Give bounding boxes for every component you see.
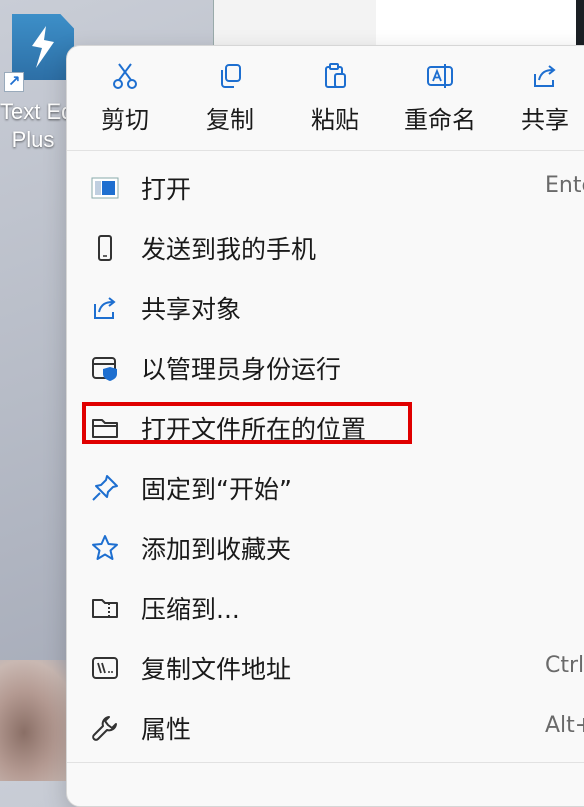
menu-item-add-to-favorites[interactable]: 添加到收藏夹 bbox=[77, 520, 584, 576]
cut-button[interactable]: 剪切 bbox=[80, 62, 170, 144]
share-icon bbox=[94, 297, 116, 319]
paste-label: 粘贴 bbox=[311, 106, 359, 134]
menu-item-run-as-admin[interactable]: 以管理员身份运行 bbox=[77, 340, 584, 396]
menu-divider bbox=[67, 762, 584, 763]
shortcut-hint: Alt+ bbox=[545, 713, 584, 738]
copy-path-icon bbox=[92, 657, 118, 679]
menu-item-label: 发送到我的手机 bbox=[141, 235, 317, 264]
star-icon bbox=[92, 535, 118, 560]
share-icon bbox=[534, 65, 556, 87]
copy-button[interactable]: 复制 bbox=[185, 62, 275, 144]
shortcut-hint: Ente bbox=[545, 173, 584, 198]
background-window-pane bbox=[376, 0, 576, 46]
rename-label: 重命名 bbox=[404, 106, 476, 134]
paste-icon bbox=[325, 63, 346, 88]
text-editor-app-icon bbox=[12, 14, 74, 80]
share-button[interactable]: 共享 bbox=[500, 62, 584, 144]
menu-item-send-to-phone[interactable]: 发送到我的手机 bbox=[77, 220, 584, 276]
phone-icon bbox=[98, 235, 112, 261]
menu-item-label: 共享对象 bbox=[141, 295, 242, 324]
menu-item-open[interactable]: 打开 Ente bbox=[77, 160, 584, 216]
menu-item-label: 属性 bbox=[141, 715, 192, 744]
cut-icon bbox=[113, 63, 137, 89]
shortcut-arrow-icon: ↗ bbox=[4, 72, 24, 92]
rename-icon bbox=[427, 64, 453, 88]
menu-item-label: 复制文件地址 bbox=[141, 655, 292, 684]
shortcut-hint: Ctrl bbox=[545, 653, 584, 678]
paste-button[interactable]: 粘贴 bbox=[290, 62, 380, 144]
app-window-icon bbox=[91, 177, 119, 199]
cut-label: 剪切 bbox=[101, 106, 149, 134]
menu-item-properties[interactable]: 属性 Alt+ bbox=[77, 700, 584, 756]
menu-divider bbox=[67, 150, 584, 151]
background-window bbox=[213, 0, 584, 46]
pin-icon bbox=[92, 475, 118, 501]
menu-item-copy-as-path[interactable]: 复制文件地址 Ctrl bbox=[77, 640, 584, 696]
quick-action-bar: 剪切 复制 粘贴 重命名 共享 bbox=[67, 46, 584, 150]
background-window-edge bbox=[576, 0, 584, 46]
rename-button[interactable]: 重命名 bbox=[395, 62, 485, 144]
menu-item-label: 以管理员身份运行 bbox=[141, 355, 342, 384]
menu-item-label: 添加到收藏夹 bbox=[141, 535, 292, 564]
desktop-shortcut-label: Text Ed Plus bbox=[0, 99, 74, 152]
share-label: 共享 bbox=[521, 106, 569, 134]
menu-item-pin-to-start[interactable]: 固定到“开始” bbox=[77, 460, 584, 516]
menu-item-compress-to[interactable]: 压缩到... bbox=[77, 580, 584, 636]
zip-folder-icon bbox=[92, 599, 118, 618]
copy-label: 复制 bbox=[206, 106, 254, 134]
menu-item-label: 压缩到... bbox=[141, 595, 240, 624]
copy-icon bbox=[221, 64, 241, 88]
menu-item-label: 固定到“开始” bbox=[141, 475, 292, 504]
menu-item-share-with[interactable]: 共享对象 bbox=[77, 280, 584, 336]
menu-item-label: 打开 bbox=[141, 175, 192, 204]
highlight-annotation bbox=[82, 402, 412, 444]
wrench-icon bbox=[92, 716, 117, 741]
admin-shield-icon bbox=[92, 357, 117, 381]
